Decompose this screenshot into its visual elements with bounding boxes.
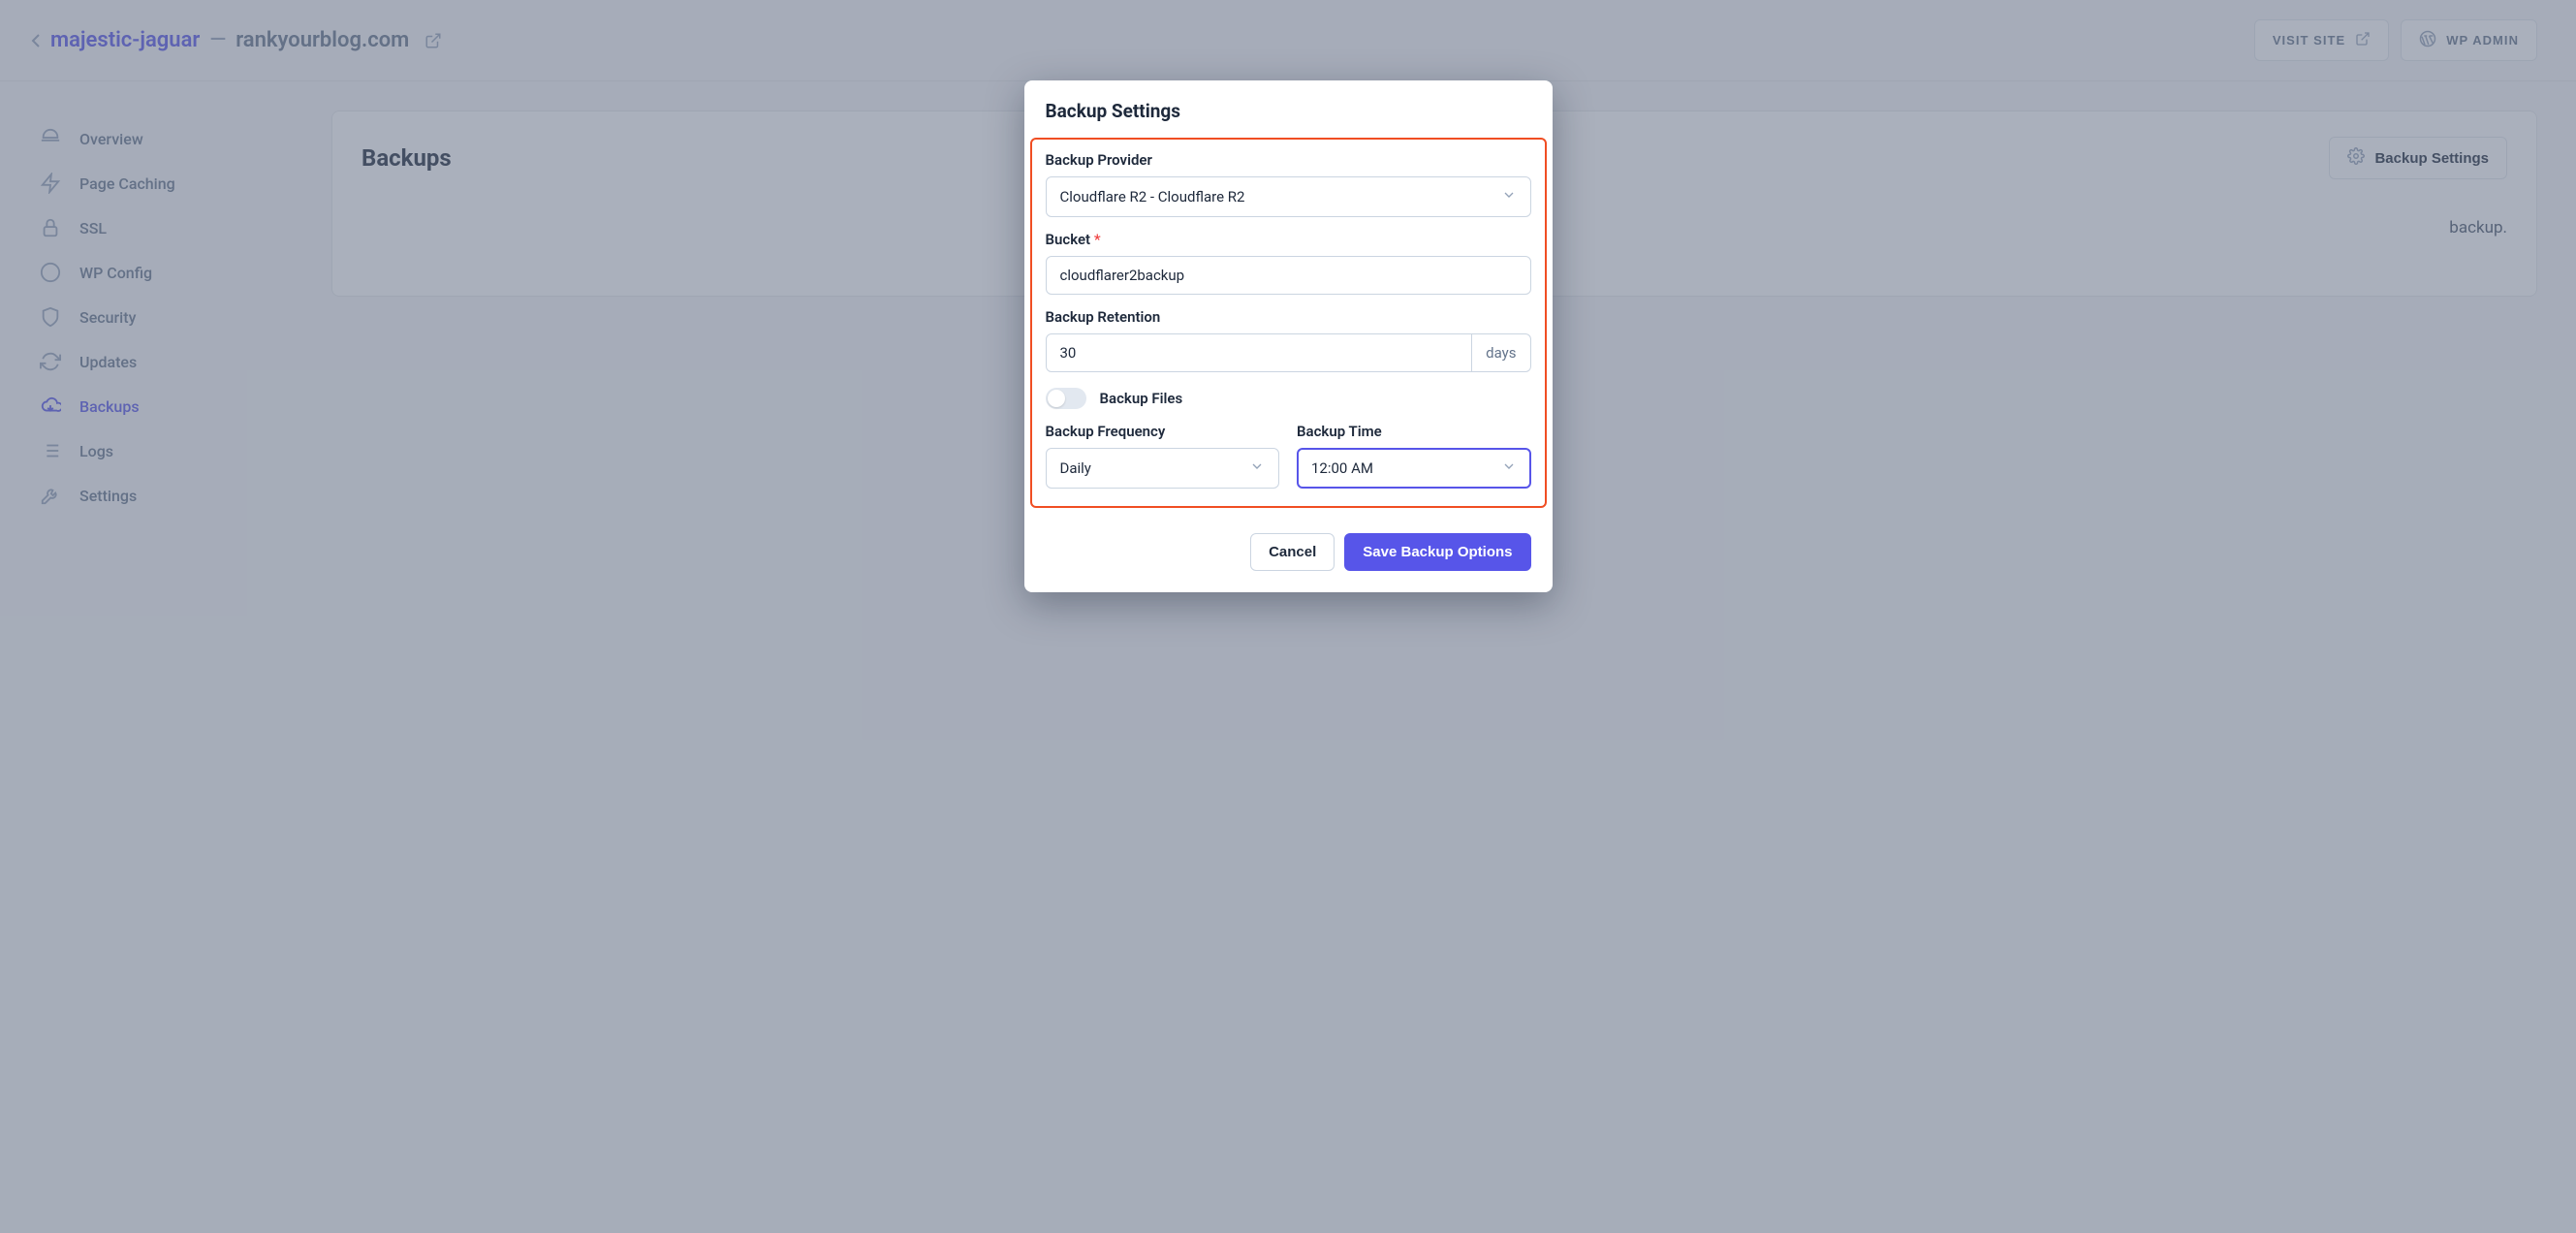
cancel-button[interactable]: Cancel [1250, 533, 1335, 571]
backup-files-label: Backup Files [1100, 390, 1183, 407]
field-backup-provider: Backup Provider Cloudflare R2 - Cloudfla… [1046, 151, 1531, 217]
bucket-input[interactable] [1046, 256, 1531, 295]
modal-title: Backup Settings [1024, 80, 1553, 128]
time-value: 12:00 AM [1311, 459, 1373, 477]
time-select[interactable]: 12:00 AM [1297, 448, 1531, 489]
field-backup-files: Backup Files [1046, 386, 1531, 409]
backup-provider-select[interactable]: Cloudflare R2 - Cloudflare R2 [1046, 176, 1531, 217]
required-asterisk: * [1094, 231, 1101, 248]
frequency-value: Daily [1060, 459, 1091, 477]
field-frequency: Backup Frequency Daily [1046, 423, 1280, 489]
field-bucket: Bucket * [1046, 231, 1531, 295]
time-label: Backup Time [1297, 423, 1531, 440]
modal-body: Backup Provider Cloudflare R2 - Cloudfla… [1030, 138, 1547, 508]
retention-input[interactable] [1046, 333, 1473, 372]
frequency-label: Backup Frequency [1046, 423, 1280, 440]
backup-files-toggle[interactable] [1046, 388, 1086, 409]
modal-footer: Cancel Save Backup Options [1024, 523, 1553, 592]
modal-overlay[interactable]: Backup Settings Backup Provider Cloudfla… [0, 0, 2576, 1233]
backup-settings-modal: Backup Settings Backup Provider Cloudfla… [1024, 80, 1553, 592]
field-retention: Backup Retention days [1046, 308, 1531, 372]
bucket-label-text: Bucket [1046, 231, 1091, 248]
save-backup-options-button[interactable]: Save Backup Options [1344, 533, 1530, 571]
retention-unit: days [1472, 333, 1530, 372]
chevron-down-icon [1501, 458, 1517, 478]
field-time: Backup Time 12:00 AM [1297, 423, 1531, 489]
bucket-label: Bucket * [1046, 231, 1531, 248]
retention-label: Backup Retention [1046, 308, 1531, 326]
chevron-down-icon [1501, 187, 1517, 206]
frequency-select[interactable]: Daily [1046, 448, 1280, 489]
backup-provider-value: Cloudflare R2 - Cloudflare R2 [1060, 188, 1245, 206]
backup-provider-label: Backup Provider [1046, 151, 1531, 169]
chevron-down-icon [1249, 458, 1265, 478]
